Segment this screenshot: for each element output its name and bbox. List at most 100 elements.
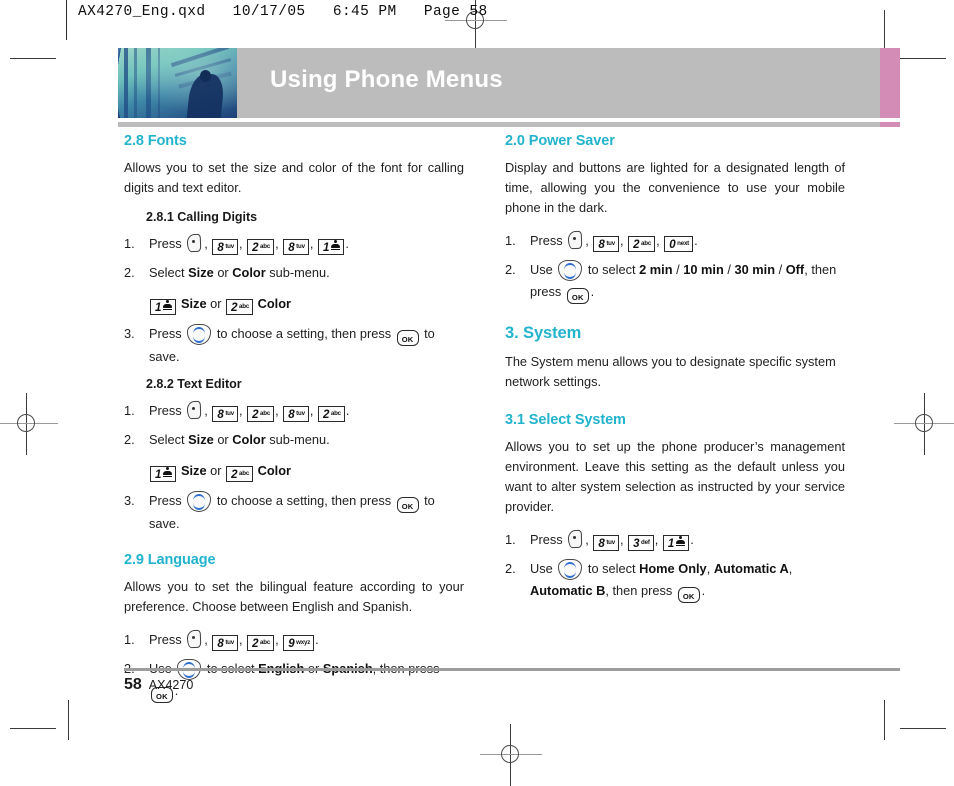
list-item: 1. Press , 8 tuv, 2 abc, 8 tuv, 1. (124, 233, 464, 255)
menu-key-icon (567, 529, 584, 549)
key-1-icon: 1 (662, 535, 690, 551)
select-system-steps: 1. Press , 8 tuv, 3 def, 1. 2. Use to sele… (505, 529, 845, 603)
option-color: Color (232, 265, 266, 280)
choice-size-label: Size (180, 296, 207, 311)
key-9-icon: 9 wxyz (283, 635, 315, 651)
ok-key-icon: OK (396, 330, 419, 346)
step-verb: Press (149, 403, 182, 418)
menu-key-icon (567, 230, 584, 250)
navigation-key-icon (187, 491, 212, 512)
option-home-only: Home Only (639, 561, 707, 576)
step-number: 1. (124, 403, 135, 418)
step-text: Select (149, 432, 185, 447)
footer-rule (124, 668, 900, 671)
step-text: to select (587, 262, 636, 277)
step-verb: Use (530, 262, 553, 277)
step-verb: Use (530, 561, 553, 576)
page-footer: 58 AX4270 (124, 676, 193, 694)
list-item: 1. Press , 8 tuv, 2 abc, 9 wxyz. (124, 629, 464, 651)
system-intro: The System menu allows you to designate … (505, 354, 836, 389)
heading-fonts: 2.8 Fonts (124, 133, 187, 149)
step-verb: Press (149, 236, 182, 251)
step-number: 1. (505, 532, 516, 547)
step-text: . (590, 284, 595, 299)
fonts-intro: Allows you to set the size and color of … (124, 160, 464, 195)
key-3-icon: 3 def (628, 535, 654, 551)
list-item: 2. Use to select 2 min / 10 min / 30 min… (505, 259, 845, 304)
banner-rule-accent (880, 122, 900, 127)
step-text: Select (149, 265, 185, 280)
list-item: 3. Press to choose a setting, then press… (124, 490, 464, 534)
list-item: 2. Use to select Home Only, Automatic A,… (505, 558, 845, 603)
choice-or: or (210, 296, 222, 311)
power-saver-steps: 1. Press , 8 tuv, 2 abc, 0 next. 2. Use to … (505, 230, 845, 304)
choice-color-label: Color (257, 296, 292, 311)
heading-calling-digits: 2.8.1 Calling Digits (146, 210, 258, 224)
choice-or: or (210, 463, 222, 478)
step-text: to select (587, 561, 636, 576)
select-system-intro: Allows you to set up the phone producer’… (505, 439, 845, 514)
navigation-key-icon (558, 559, 583, 580)
calling-digits-step3: 3. Press to choose a setting, then press… (124, 323, 464, 367)
step-verb: Press (530, 233, 563, 248)
option-separator: / (778, 262, 783, 277)
choice-size-label: Size (180, 463, 207, 478)
text-editor-steps: 1. Press , 8 tuv, 2 abc, 8 tuv, 2 abc. 2. Se… (124, 400, 464, 450)
step-text: or (217, 432, 229, 447)
step-text: or (217, 265, 229, 280)
step-number: 1. (505, 233, 516, 248)
manual-page: Using Phone Menus 2.8 Fonts Allows you t… (0, 0, 954, 781)
navigation-key-icon (187, 324, 212, 345)
key-1-icon: 1 (150, 299, 177, 315)
step-verb: Press (149, 326, 182, 341)
option-off: Off (785, 262, 805, 277)
key-2-icon: 2 abc (247, 406, 275, 422)
step-text: , then press (605, 583, 673, 598)
key-8-icon: 8 tuv (283, 406, 309, 422)
menu-key-icon (186, 233, 203, 253)
key-2-icon: 2 abc (317, 406, 345, 422)
heading-text-editor: 2.8.2 Text Editor (146, 377, 242, 391)
left-column: 2.8 Fonts Allows you to set the size and… (124, 133, 464, 713)
option-separator: / (676, 262, 680, 277)
key-1-icon: 1 (150, 466, 177, 482)
navigation-key-icon (558, 260, 583, 281)
heading-power-saver: 2.0 Power Saver (505, 133, 615, 149)
key-2-icon: 2 abc (628, 236, 656, 252)
fonts-calling-choice-row: 1 Size or 2 abc Color (124, 293, 464, 315)
power-saver-intro: Display and buttons are lighted for a de… (505, 160, 845, 215)
list-item: 3. Press to choose a setting, then press… (124, 323, 464, 367)
step-verb: Press (149, 493, 182, 508)
key-8-icon: 8 tuv (212, 406, 238, 422)
banner-accent-block (880, 48, 900, 118)
step-number: 1. (124, 632, 135, 647)
key-8-icon: 8 tuv (283, 239, 309, 255)
step-number: 1. (124, 236, 135, 251)
option-size: Size (188, 265, 214, 280)
step-number: 2. (124, 432, 135, 447)
step-verb: Press (149, 632, 182, 647)
step-number: 3. (124, 326, 135, 341)
ok-key-icon: OK (566, 288, 589, 304)
key-8-icon: 8 tuv (593, 535, 619, 551)
key-8-icon: 8 tuv (212, 635, 238, 651)
banner-bottom-rule (118, 122, 900, 127)
heading-language: 2.9 Language (124, 552, 216, 568)
option-automatic-b: Automatic B (530, 583, 606, 598)
key-2-icon: 2 abc (226, 466, 254, 482)
step-verb: Press (530, 532, 563, 547)
key-1-icon: 1 (317, 239, 345, 255)
list-item: 1. Press , 8 tuv, 3 def, 1. (505, 529, 845, 551)
step-text: to choose a setting, then press (216, 326, 392, 341)
key-8-icon: 8 tuv (212, 239, 238, 255)
text-editor-step3: 3. Press to choose a setting, then press… (124, 490, 464, 534)
ok-key-icon: OK (677, 587, 700, 603)
right-column: 2.0 Power Saver Display and buttons are … (505, 133, 845, 613)
step-text: . (701, 583, 706, 598)
list-item: 2. Select Size or Color sub-menu. (124, 262, 464, 283)
heading-system: 3. System (505, 324, 582, 342)
step-number: 2. (505, 262, 516, 277)
step-number: 3. (124, 493, 135, 508)
step-text: to choose a setting, then press (216, 493, 392, 508)
page-banner: Using Phone Menus (118, 48, 900, 118)
